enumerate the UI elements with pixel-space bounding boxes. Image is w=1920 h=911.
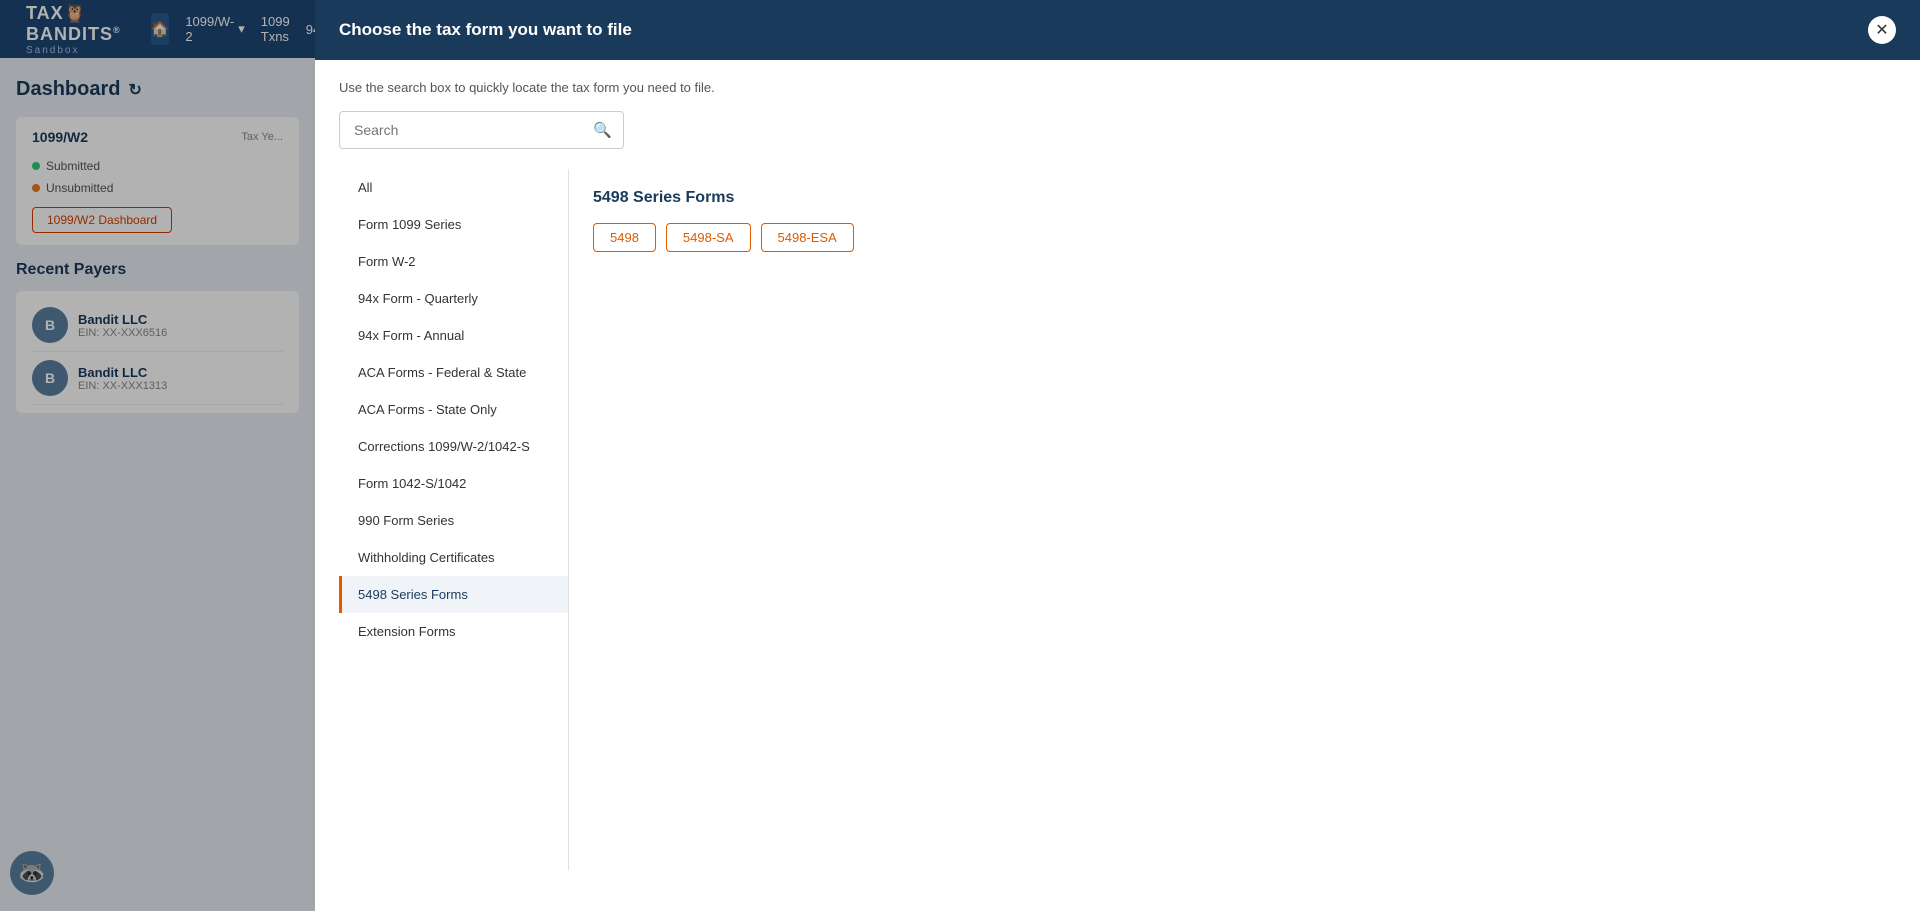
modal-body: Use the search box to quickly locate the… <box>315 60 1920 911</box>
form-menu-item-4[interactable]: 94x Form - Annual <box>339 317 568 354</box>
search-input[interactable] <box>339 111 624 149</box>
form-content-area: 5498 Series Forms 5498 5498-SA 5498-ESA <box>569 169 1896 870</box>
form-chip-5498-sa[interactable]: 5498-SA <box>666 223 751 252</box>
tax-form-modal: Choose the tax form you want to file ✕ U… <box>315 0 1920 911</box>
modal-title: Choose the tax form you want to file <box>339 20 632 40</box>
search-icon: 🔍 <box>593 121 612 139</box>
form-menu-item-3[interactable]: 94x Form - Quarterly <box>339 280 568 317</box>
form-chips-container: 5498 5498-SA 5498-ESA <box>593 223 1872 252</box>
form-menu-item-5[interactable]: ACA Forms - Federal & State <box>339 354 568 391</box>
modal-description: Use the search box to quickly locate the… <box>339 80 1896 95</box>
active-section-title: 5498 Series Forms <box>593 189 1872 207</box>
form-menu-item-1[interactable]: Form 1099 Series <box>339 206 568 243</box>
form-menu-item-8[interactable]: Form 1042-S/1042 <box>339 465 568 502</box>
modal-content-area: AllForm 1099 SeriesForm W-294x Form - Qu… <box>339 169 1896 870</box>
form-menu-item-7[interactable]: Corrections 1099/W-2/1042-S <box>339 428 568 465</box>
form-chip-5498-esa[interactable]: 5498-ESA <box>761 223 854 252</box>
form-menu-item-0[interactable]: All <box>339 169 568 206</box>
form-menu-item-10[interactable]: Withholding Certificates <box>339 539 568 576</box>
modal-close-button[interactable]: ✕ <box>1868 16 1896 44</box>
form-menu-item-12[interactable]: Extension Forms <box>339 613 568 650</box>
form-menu-item-11[interactable]: 5498 Series Forms <box>339 576 568 613</box>
search-container: 🔍 <box>339 111 624 149</box>
form-chip-5498[interactable]: 5498 <box>593 223 656 252</box>
form-category-menu: AllForm 1099 SeriesForm W-294x Form - Qu… <box>339 169 569 870</box>
form-menu-item-9[interactable]: 990 Form Series <box>339 502 568 539</box>
modal-header: Choose the tax form you want to file ✕ <box>315 0 1920 60</box>
form-menu-item-6[interactable]: ACA Forms - State Only <box>339 391 568 428</box>
form-menu-item-2[interactable]: Form W-2 <box>339 243 568 280</box>
